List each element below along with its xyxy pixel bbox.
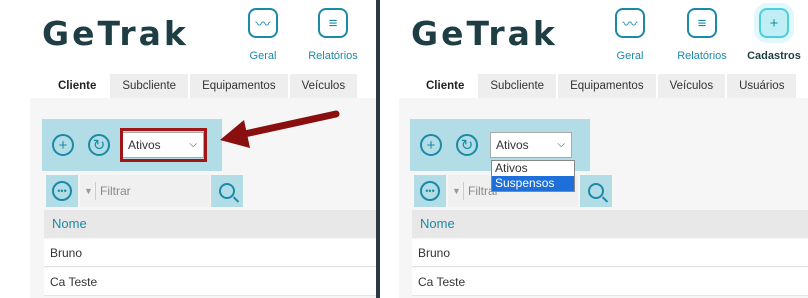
tab-subcliente[interactable]: Subcliente bbox=[478, 74, 557, 98]
filter-input[interactable]: ▼ Filtrar bbox=[80, 175, 210, 207]
report-folder-icon: ≡ bbox=[687, 8, 717, 38]
filter-separator bbox=[463, 182, 464, 200]
filter-placeholder: Filtrar bbox=[100, 184, 131, 198]
logo: GeTrak bbox=[411, 14, 558, 53]
nav-relatorios[interactable]: ≡ Relatórios bbox=[301, 8, 365, 62]
dropdown-option-suspensos[interactable]: Suspensos bbox=[492, 176, 574, 191]
select-highlight-box bbox=[120, 128, 207, 162]
pointer-arrow-icon bbox=[220, 110, 340, 148]
status-select[interactable]: Ativos ⌵ bbox=[490, 132, 572, 158]
add-icon[interactable]: + bbox=[420, 134, 442, 156]
tab-veiculos[interactable]: Veículos bbox=[657, 74, 726, 98]
chart-monitor-icon: 〰 bbox=[248, 8, 278, 38]
left-panel: GeTrak 〰 Geral ≡ Relatórios Cliente Subc… bbox=[0, 0, 376, 298]
search-icon bbox=[588, 183, 604, 199]
tab-bar: Cliente Subcliente Equipamentos Veículos… bbox=[414, 74, 798, 98]
nav-relatorios[interactable]: ≡ Relatórios bbox=[670, 8, 734, 62]
tab-usuarios[interactable]: Usuários bbox=[727, 74, 797, 98]
nav-label: Geral bbox=[616, 50, 644, 62]
search-icon bbox=[219, 183, 235, 199]
status-dropdown-list: Ativos Suspensos bbox=[491, 160, 575, 192]
comparison-screenshot: GeTrak 〰 Geral ≡ Relatórios Cliente Subc… bbox=[0, 0, 808, 298]
nav-cadastros[interactable]: + Cadastros bbox=[742, 8, 806, 62]
tab-subcliente[interactable]: Subcliente bbox=[110, 74, 189, 98]
add-icon[interactable]: + bbox=[52, 134, 74, 156]
table-row[interactable]: Bruno bbox=[412, 239, 808, 267]
nav-geral[interactable]: 〰 Geral bbox=[598, 8, 662, 62]
tab-cliente[interactable]: Cliente bbox=[414, 74, 477, 98]
nav-label: Relatórios bbox=[308, 50, 358, 62]
status-select-value: Ativos bbox=[496, 138, 529, 152]
chart-monitor-icon: 〰 bbox=[615, 8, 645, 38]
table-row[interactable]: Ca Teste bbox=[44, 268, 376, 296]
more-icon: ••• bbox=[52, 181, 72, 201]
tab-equipamentos[interactable]: Equipamentos bbox=[558, 74, 656, 98]
filter-options-button[interactable]: ••• bbox=[414, 175, 446, 207]
refresh-icon[interactable]: ↻ bbox=[88, 134, 110, 156]
logo: GeTrak bbox=[42, 14, 189, 53]
table-row[interactable]: Bruno bbox=[44, 239, 376, 267]
table-header-nome[interactable]: Nome bbox=[44, 210, 376, 238]
search-button[interactable] bbox=[211, 175, 243, 207]
nav-label: Relatórios bbox=[677, 50, 727, 62]
search-button[interactable] bbox=[580, 175, 612, 207]
more-icon: ••• bbox=[420, 181, 440, 201]
tab-bar: Cliente Subcliente Equipamentos Veículos bbox=[46, 74, 359, 98]
caret-down-icon: ▼ bbox=[84, 186, 93, 196]
chevron-down-icon: ⌵ bbox=[557, 139, 565, 150]
report-folder-icon: ≡ bbox=[318, 8, 348, 38]
caret-down-icon: ▼ bbox=[452, 186, 461, 196]
tab-equipamentos[interactable]: Equipamentos bbox=[190, 74, 288, 98]
toolbar: + ↻ Ativos ⌵ bbox=[42, 119, 222, 171]
table-row[interactable]: Ca Teste bbox=[412, 268, 808, 296]
right-panel: GeTrak 〰 Geral ≡ Relatórios + Cadastros … bbox=[380, 0, 808, 298]
table-header-nome[interactable]: Nome bbox=[412, 210, 808, 238]
tab-veiculos[interactable]: Veículos bbox=[289, 74, 358, 98]
filter-options-button[interactable]: ••• bbox=[46, 175, 78, 207]
add-folder-icon: + bbox=[759, 8, 789, 38]
refresh-icon[interactable]: ↻ bbox=[456, 134, 478, 156]
filter-separator bbox=[95, 182, 96, 200]
nav-geral[interactable]: 〰 Geral bbox=[231, 8, 295, 62]
nav-label: Geral bbox=[249, 50, 277, 62]
nav-label: Cadastros bbox=[747, 50, 801, 62]
tab-cliente[interactable]: Cliente bbox=[46, 74, 109, 98]
dropdown-option-ativos[interactable]: Ativos bbox=[492, 161, 574, 176]
